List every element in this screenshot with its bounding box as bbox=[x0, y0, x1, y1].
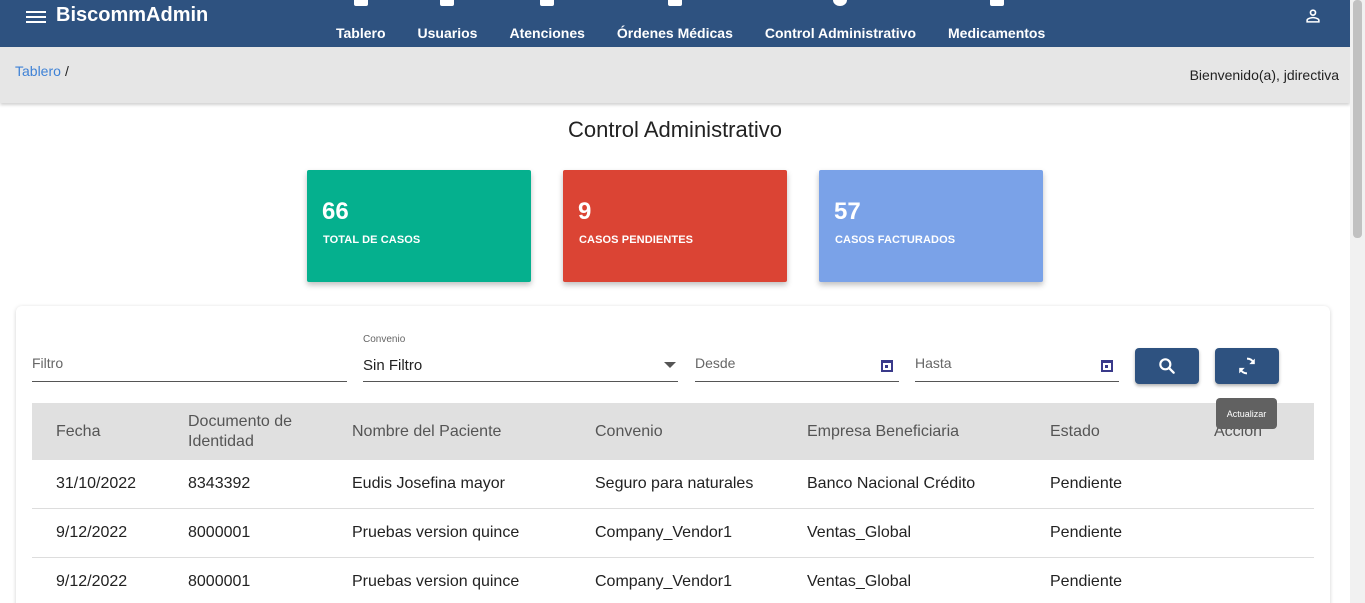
cell-fecha: 9/12/2022 bbox=[56, 573, 128, 590]
cell-empresa: Ventas_Global bbox=[807, 573, 912, 590]
cell-nombre: Pruebas version quince bbox=[352, 573, 520, 590]
convenio-label: Convenio bbox=[363, 334, 406, 345]
users-icon bbox=[440, 0, 455, 6]
stat-value: 66 bbox=[322, 198, 349, 225]
breadcrumb-link-tablero[interactable]: Tablero bbox=[15, 63, 61, 79]
cell-nombre: Eudis Josefina mayor bbox=[352, 475, 505, 492]
nav-item-control-administrativo[interactable]: Control Administrativo bbox=[749, 0, 932, 47]
search-button[interactable] bbox=[1135, 348, 1199, 384]
stat-value: 57 bbox=[834, 198, 861, 225]
desde-date-input[interactable]: Desde bbox=[695, 340, 899, 382]
page-title: Control Administrativo bbox=[568, 117, 782, 142]
stat-value: 9 bbox=[578, 198, 592, 225]
dashboard-icon bbox=[353, 0, 368, 6]
table-row[interactable]: 9/12/2022 8000001 Pruebas version quince… bbox=[32, 558, 1314, 603]
page-scrollbar[interactable] bbox=[1350, 0, 1365, 603]
nav-item-ordenes-medicas[interactable]: Órdenes Médicas bbox=[601, 0, 749, 47]
cell-convenio: Seguro para naturales bbox=[595, 475, 754, 492]
stat-card-total: 66 TOTAL DE CASOS bbox=[307, 170, 531, 282]
stat-card-facturados: 57 CASOS FACTURADOS bbox=[819, 170, 1043, 282]
column-header-fecha[interactable]: Fecha bbox=[56, 403, 100, 460]
main-nav: Tablero Usuarios Atenciones Órdenes Médi… bbox=[320, 0, 1061, 47]
cases-table: Fecha Documento de Identidad Nombre del … bbox=[32, 403, 1314, 603]
calendar-icon[interactable] bbox=[1101, 360, 1113, 372]
column-header-estado[interactable]: Estado bbox=[1050, 403, 1100, 460]
column-header-empresa[interactable]: Empresa Beneficiaria bbox=[807, 403, 959, 460]
desde-placeholder: Desde bbox=[695, 355, 736, 371]
stat-label: TOTAL DE CASOS bbox=[323, 234, 421, 246]
column-header-convenio[interactable]: Convenio bbox=[595, 403, 663, 460]
table-row[interactable]: 31/10/2022 8343392 Eudis Josefina mayor … bbox=[32, 460, 1314, 509]
cell-estado: Pendiente bbox=[1050, 524, 1123, 541]
scrollbar-thumb[interactable] bbox=[1353, 0, 1362, 238]
convenio-select[interactable]: Convenio Sin Filtro bbox=[363, 334, 678, 382]
breadcrumb: Tablero / Bienvenido(a), jdirectiva bbox=[0, 47, 1350, 103]
hasta-date-input[interactable]: Hasta bbox=[915, 340, 1119, 382]
column-header-documento[interactable]: Documento de Identidad bbox=[188, 403, 318, 460]
nav-item-medicamentos[interactable]: Medicamentos bbox=[932, 0, 1061, 47]
column-header-nombre[interactable]: Nombre del Paciente bbox=[352, 403, 501, 460]
top-app-bar: BiscommAdmin Tablero Usuarios Atenciones… bbox=[0, 0, 1350, 47]
cell-estado: Pendiente bbox=[1050, 475, 1123, 492]
chevron-down-icon bbox=[664, 362, 676, 368]
cell-estado: Pendiente bbox=[1050, 573, 1123, 590]
cell-documento: 8000001 bbox=[188, 524, 251, 541]
welcome-text: Bienvenido(a), jdirectiva bbox=[1189, 67, 1339, 83]
nav-item-atenciones[interactable]: Atenciones bbox=[493, 0, 600, 47]
nav-item-usuarios[interactable]: Usuarios bbox=[402, 0, 494, 47]
refresh-icon bbox=[1239, 357, 1255, 375]
cell-documento: 8000001 bbox=[188, 573, 251, 590]
cell-empresa: Banco Nacional Crédito bbox=[807, 475, 976, 492]
cell-fecha: 31/10/2022 bbox=[56, 475, 137, 492]
cell-fecha: 9/12/2022 bbox=[56, 524, 128, 541]
hasta-placeholder: Hasta bbox=[915, 355, 952, 371]
refresh-tooltip: Actualizar bbox=[1216, 398, 1277, 429]
account-icon[interactable] bbox=[1303, 6, 1323, 26]
clipboard-icon bbox=[540, 0, 555, 6]
table-row[interactable]: 9/12/2022 8000001 Pruebas version quince… bbox=[32, 509, 1314, 558]
cell-documento: 8343392 bbox=[188, 475, 251, 492]
filter-placeholder: Filtro bbox=[32, 355, 64, 371]
filter-input[interactable]: Filtro bbox=[32, 340, 347, 382]
nav-item-tablero[interactable]: Tablero bbox=[320, 0, 402, 47]
app-brand[interactable]: BiscommAdmin bbox=[56, 4, 208, 27]
cell-empresa: Ventas_Global bbox=[807, 524, 912, 541]
admin-control-icon bbox=[833, 0, 848, 6]
convenio-value: Sin Filtro bbox=[363, 357, 423, 374]
table-header: Fecha Documento de Identidad Nombre del … bbox=[32, 403, 1314, 460]
cell-nombre: Pruebas version quince bbox=[352, 524, 520, 541]
breadcrumb-separator: / bbox=[65, 63, 69, 79]
search-icon bbox=[1159, 358, 1175, 374]
calendar-icon[interactable] bbox=[881, 360, 893, 372]
stat-label: CASOS PENDIENTES bbox=[579, 234, 694, 246]
hamburger-menu-icon[interactable] bbox=[26, 8, 46, 24]
medication-icon bbox=[989, 0, 1004, 6]
medical-order-icon bbox=[667, 0, 682, 6]
cell-convenio: Company_Vendor1 bbox=[595, 573, 732, 590]
cell-convenio: Company_Vendor1 bbox=[595, 524, 732, 541]
refresh-button[interactable] bbox=[1215, 348, 1279, 384]
stat-label: CASOS FACTURADOS bbox=[835, 234, 956, 246]
stat-card-pendientes: 9 CASOS PENDIENTES bbox=[563, 170, 787, 282]
